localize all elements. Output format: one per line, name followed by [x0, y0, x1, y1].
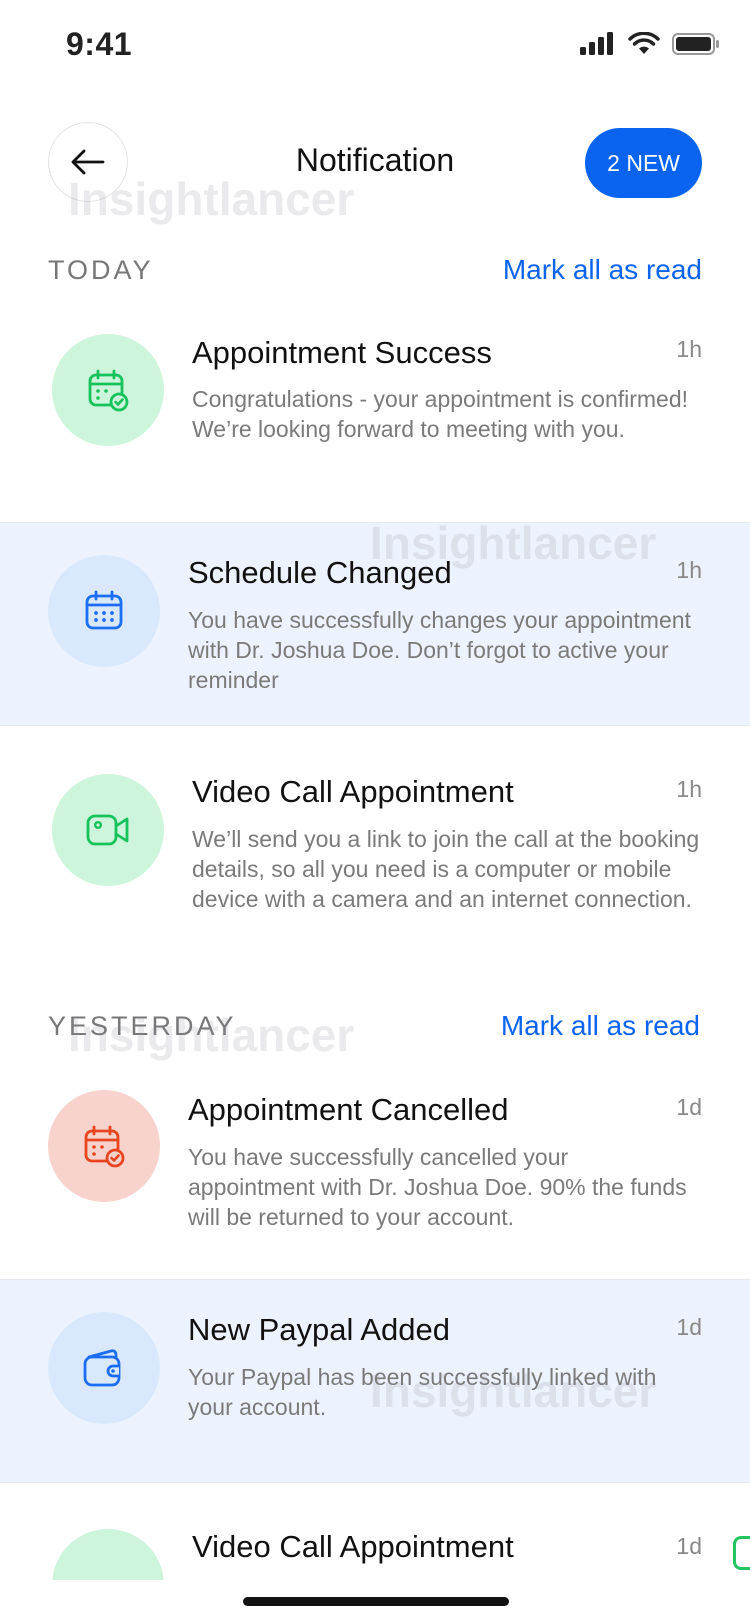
notification-title: Appointment Cancelled: [188, 1092, 509, 1127]
notification-item[interactable]: Video Call Appointment We’ll send you a …: [0, 726, 750, 976]
notification-icon-wrap: [52, 774, 164, 886]
notification-time: 1h: [676, 557, 702, 583]
notification-body: Congratulations - your appointment is co…: [192, 386, 689, 442]
calendar-icon: [85, 590, 123, 630]
section-label-yesterday: YESTERDAY: [48, 1010, 237, 1041]
notification-icon-wrap: [48, 555, 160, 667]
notification-icon-wrap: [52, 334, 164, 446]
section-header-yesterday: YESTERDAY Mark all as read: [48, 1006, 700, 1046]
status-icons: [580, 32, 720, 56]
notification-time: 1d: [676, 1094, 702, 1120]
status-bar: 9:41: [0, 0, 750, 90]
notification-item[interactable]: Video Call Appointment 1d: [0, 1483, 750, 1580]
home-indicator[interactable]: [243, 1597, 509, 1606]
calendar-check-icon: [88, 369, 129, 412]
header: Notification 2 NEW: [0, 120, 750, 210]
signal-icon: [580, 32, 613, 55]
notification-body: We’ll send you a link to join the call a…: [192, 826, 700, 912]
mark-all-read-yesterday-link[interactable]: Mark all as read: [501, 1010, 700, 1042]
calendar-cancel-icon: [84, 1125, 125, 1168]
new-count-badge[interactable]: 2 NEW: [585, 128, 702, 198]
status-time: 9:41: [66, 26, 133, 62]
video-camera-icon: [733, 1536, 750, 1570]
notification-time: 1h: [676, 776, 702, 802]
notification-body: You have successfully cancelled your app…: [188, 1144, 687, 1230]
notification-time: 1h: [676, 336, 702, 362]
wallet-icon: [83, 1349, 121, 1387]
notification-item[interactable]: Schedule Changed You have successfully c…: [0, 522, 750, 726]
notification-body: Your Paypal has been successfully linked…: [188, 1364, 657, 1420]
notification-title: Appointment Success: [192, 335, 492, 370]
notification-time: 1d: [676, 1314, 702, 1340]
notification-screen: 9:41 Notification 2 NEW Insightlancer TO…: [0, 0, 750, 1624]
notification-title: Video Call Appointment: [192, 774, 514, 809]
mark-all-read-today-link[interactable]: Mark all as read: [503, 254, 702, 286]
notification-icon-wrap: [48, 1312, 160, 1424]
section-header-today: TODAY Mark all as read: [48, 250, 702, 290]
battery-icon: [672, 33, 719, 55]
notification-icon-wrap: [48, 1090, 160, 1202]
video-camera-icon: [86, 814, 129, 846]
notification-item[interactable]: New Paypal Added Your Paypal has been su…: [0, 1279, 750, 1483]
notification-title: Video Call Appointment: [192, 1529, 514, 1564]
notification-body: You have successfully changes your appoi…: [188, 607, 691, 693]
section-label-today: TODAY: [48, 254, 154, 285]
notification-title: New Paypal Added: [188, 1312, 450, 1347]
wifi-icon: [628, 32, 660, 54]
notification-title: Schedule Changed: [188, 555, 452, 590]
notification-icon-wrap: [52, 1529, 164, 1580]
notification-item[interactable]: Appointment Success Congratulations - yo…: [0, 300, 750, 522]
notification-item[interactable]: Appointment Cancelled You have successfu…: [0, 1056, 750, 1279]
notification-time: 1d: [676, 1533, 702, 1559]
